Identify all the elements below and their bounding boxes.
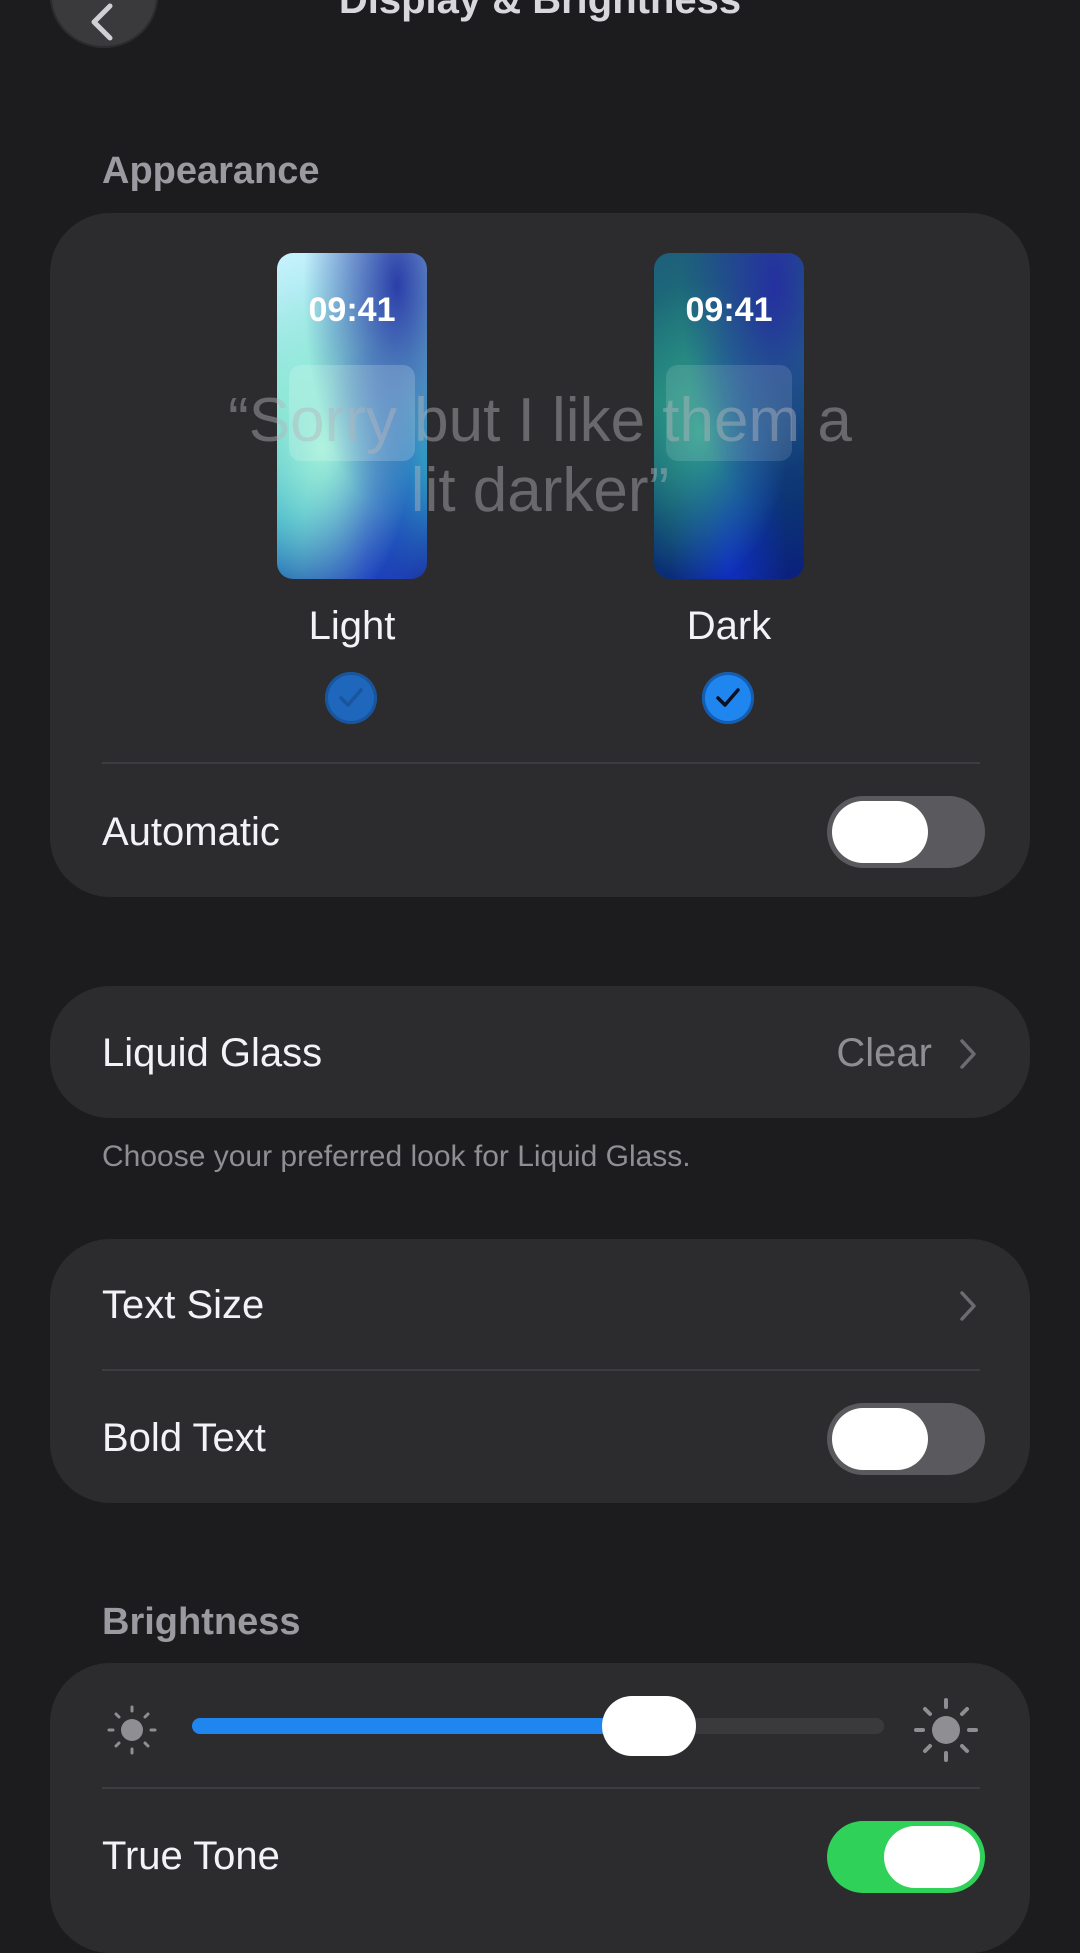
- liquid-glass-label: Liquid Glass: [102, 1031, 323, 1075]
- dark-mode-label: Dark: [686, 604, 772, 648]
- brightness-divider: [102, 1787, 980, 1789]
- automatic-toggle[interactable]: [827, 796, 985, 868]
- brightness-slider-thumb[interactable]: [601, 1696, 696, 1756]
- light-preview-time: 09:41: [308, 291, 396, 329]
- sun-large-icon: [914, 1698, 978, 1767]
- bold-text-toggle[interactable]: [827, 1403, 985, 1475]
- appearance-card: [50, 213, 1030, 897]
- text-size-label: Text Size: [102, 1283, 265, 1327]
- toggle-knob: [884, 1826, 980, 1888]
- chevron-right-icon: [958, 1290, 978, 1322]
- automatic-label: Automatic: [102, 810, 280, 854]
- page-title: Display & Brightness: [338, 0, 742, 22]
- appearance-header: Appearance: [102, 150, 320, 192]
- dark-preview-time: 09:41: [685, 291, 773, 329]
- dark-mode-checkbox[interactable]: [702, 672, 754, 724]
- overlay-caption-line1: “Sorry but I like them a: [228, 386, 852, 455]
- brightness-slider-fill: [192, 1718, 649, 1734]
- light-mode-label: Light: [308, 604, 396, 648]
- chevron-right-icon: [958, 1038, 978, 1070]
- overlay-caption-line2: lit darker”: [410, 456, 670, 525]
- brightness-header: Brightness: [102, 1601, 301, 1643]
- sun-small-icon: [106, 1704, 158, 1761]
- toggle-knob: [832, 801, 928, 863]
- checkmark-icon: [716, 688, 740, 707]
- appearance-divider: [102, 762, 980, 764]
- brightness-card: [50, 1663, 1030, 1953]
- liquid-glass-footnote: Choose your preferred look for Liquid Gl…: [102, 1140, 691, 1173]
- toggle-knob: [832, 1408, 928, 1470]
- true-tone-toggle[interactable]: [827, 1821, 985, 1893]
- light-mode-checkbox[interactable]: [325, 672, 377, 724]
- true-tone-label: True Tone: [102, 1834, 280, 1878]
- checkmark-icon: [339, 688, 363, 707]
- text-settings-divider: [102, 1369, 980, 1371]
- liquid-glass-value: Clear: [836, 1031, 932, 1075]
- bold-text-label: Bold Text: [102, 1416, 266, 1460]
